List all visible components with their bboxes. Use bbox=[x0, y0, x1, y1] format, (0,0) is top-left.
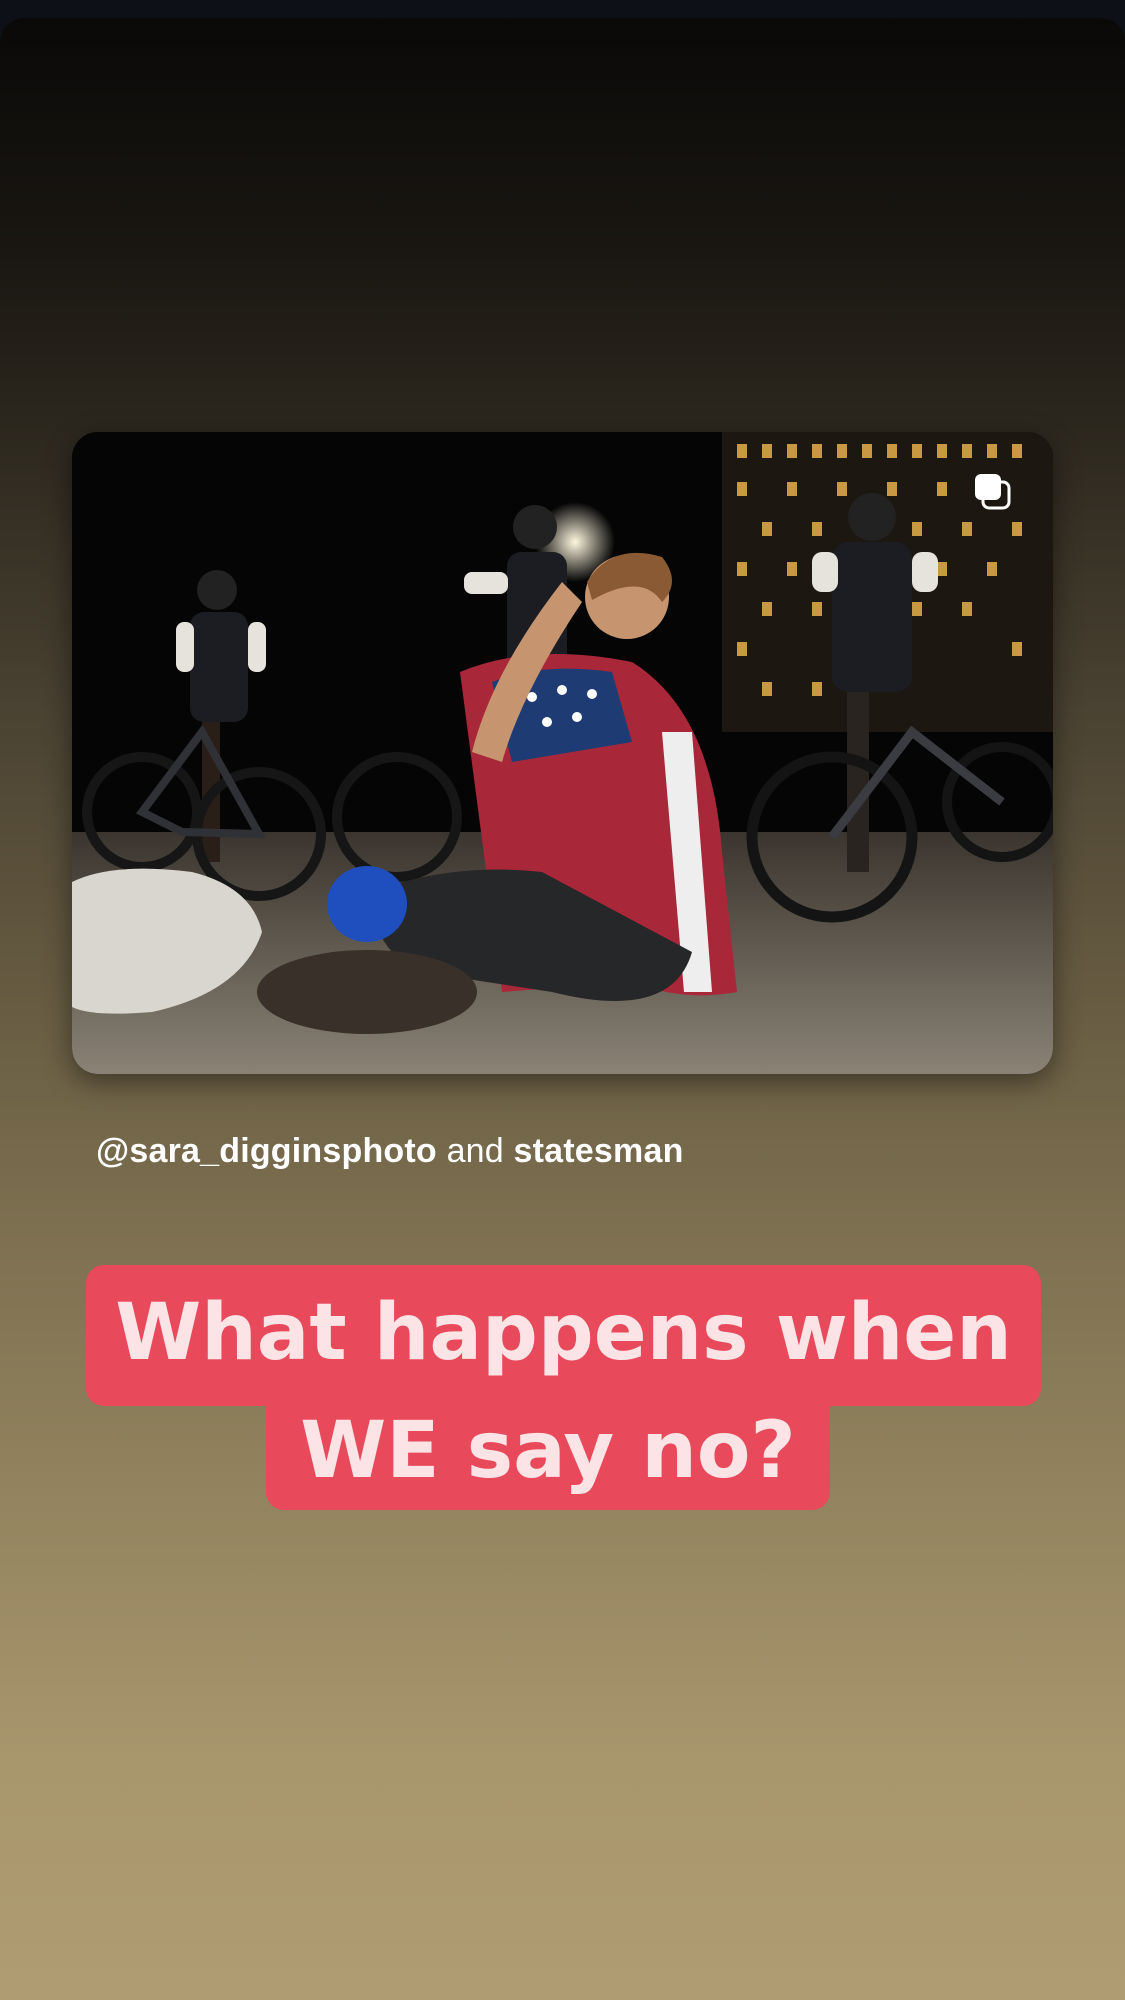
text-sticker-line-1: What happens when bbox=[86, 1265, 1041, 1406]
credit-conjunction: and bbox=[446, 1132, 504, 1170]
sticker-text-line-1: What happens when bbox=[115, 1287, 1012, 1378]
sticker-text-line-2: WE say no? bbox=[300, 1406, 796, 1496]
story-view[interactable]: @sara_digginsphoto and statesman What ha… bbox=[0, 18, 1125, 2000]
shared-post-photo[interactable] bbox=[72, 432, 1053, 1074]
credit-account-1[interactable]: @sara_digginsphoto bbox=[96, 1132, 437, 1170]
photo-credit[interactable]: @sara_digginsphoto and statesman bbox=[96, 1132, 684, 1171]
credit-account-2[interactable]: statesman bbox=[514, 1132, 684, 1170]
text-sticker-line-2: WE say no? bbox=[266, 1398, 830, 1510]
protest-photo-image bbox=[72, 432, 1053, 1074]
carousel-icon bbox=[975, 474, 1011, 510]
